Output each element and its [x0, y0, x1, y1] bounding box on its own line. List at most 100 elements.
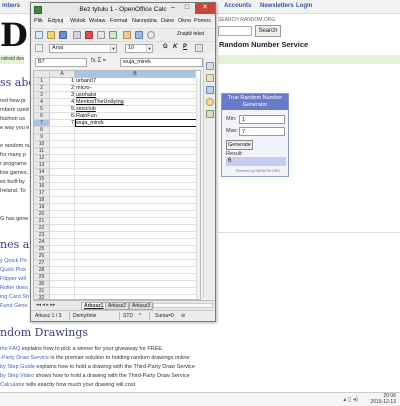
- undo-icon[interactable]: [135, 31, 143, 39]
- row-header[interactable]: 29: [34, 274, 50, 281]
- nav-newsletters[interactable]: Newsletters: [260, 3, 294, 9]
- navigator-icon[interactable]: [206, 98, 214, 106]
- horizontal-scrollbar[interactable]: [153, 303, 213, 308]
- corner-select-all[interactable]: [34, 71, 50, 78]
- sheet-tab-1[interactable]: Arkusz1: [81, 302, 107, 310]
- cell-b[interactable]: siosclub: [75, 106, 96, 113]
- name-box[interactable]: B7: [35, 58, 87, 67]
- nav-accounts[interactable]: Accounts: [224, 3, 251, 9]
- drawing-link[interactable]: the FAQ: [0, 346, 20, 352]
- row-header[interactable]: 25: [34, 246, 50, 253]
- table-row[interactable]: [50, 176, 200, 183]
- cell-a[interactable]: 4: [50, 99, 75, 106]
- row-header[interactable]: 23: [34, 232, 50, 239]
- menu-file[interactable]: Plik: [34, 18, 43, 24]
- row-header[interactable]: 10: [34, 141, 50, 148]
- column-header-a[interactable]: A: [50, 71, 75, 78]
- row-header[interactable]: 4: [34, 99, 50, 106]
- menu-format[interactable]: Format: [110, 18, 127, 24]
- table-row[interactable]: [50, 281, 200, 288]
- cell-a[interactable]: 6: [50, 113, 75, 120]
- games-link[interactable]: Fund Gene: [0, 303, 28, 309]
- close-button[interactable]: ✕: [195, 3, 215, 14]
- title-bar[interactable]: Bez tytułu 1 - OpenOffice Calc – □ ✕: [31, 3, 215, 17]
- formula-input[interactable]: wuja_mirek: [120, 58, 203, 67]
- tray-icons[interactable]: ▴ ▯ ◂): [343, 396, 358, 403]
- menu-tools[interactable]: Narzędzia: [132, 18, 157, 24]
- games-link[interactable]: Roller does: [0, 285, 28, 291]
- row-header[interactable]: 17: [34, 190, 50, 197]
- powered-by[interactable]: Powered by RANDOM.ORG: [236, 169, 280, 173]
- properties-icon[interactable]: [206, 62, 214, 70]
- table-row[interactable]: [50, 267, 200, 274]
- nav-left-fragment[interactable]: mbers: [2, 3, 20, 9]
- edit-file-icon[interactable]: [73, 31, 81, 39]
- table-row[interactable]: [50, 204, 200, 211]
- align-left-icon[interactable]: [195, 44, 203, 52]
- table-row[interactable]: [50, 190, 200, 197]
- bold-button[interactable]: G: [163, 44, 168, 50]
- min-input[interactable]: 1: [239, 115, 285, 124]
- table-row[interactable]: [50, 169, 200, 176]
- drawing-link[interactable]: by Step Guide: [0, 364, 35, 370]
- cell-a[interactable]: 7: [50, 120, 75, 127]
- games-link[interactable]: y Quick Pic: [0, 258, 28, 264]
- spreadsheet-grid[interactable]: A B 1 1 urban07 2 2 micro- 3 3 usohalsi 4 4 MentosT…: [33, 70, 201, 300]
- sheet-tab-3[interactable]: Arkusz3: [129, 302, 154, 310]
- generate-button[interactable]: Generate: [226, 140, 253, 150]
- row-header[interactable]: 8: [34, 127, 50, 134]
- table-row[interactable]: [50, 239, 200, 246]
- site-search-button[interactable]: Search: [255, 25, 281, 37]
- zoom-out-icon[interactable]: ⊖: [181, 313, 185, 319]
- row-header[interactable]: 28: [34, 267, 50, 274]
- row-header[interactable]: 21: [34, 218, 50, 225]
- menu-view[interactable]: Widok: [70, 18, 85, 24]
- table-row[interactable]: [50, 288, 200, 295]
- formula-icons[interactable]: fx Σ =: [91, 58, 106, 64]
- row-header[interactable]: 20: [34, 211, 50, 218]
- table-row[interactable]: [50, 162, 200, 169]
- find-text-label[interactable]: Znajdź tekst: [177, 31, 204, 37]
- table-row[interactable]: [50, 218, 200, 225]
- games-link[interactable]: ing Card Sh: [0, 294, 29, 300]
- cell-a[interactable]: 2: [50, 85, 75, 92]
- chevron-down-icon[interactable]: ▼: [110, 45, 116, 52]
- table-row[interactable]: [50, 232, 200, 239]
- row-header[interactable]: 12: [34, 155, 50, 162]
- row-header[interactable]: 13: [34, 162, 50, 169]
- table-row[interactable]: [50, 197, 200, 204]
- row-header[interactable]: 7: [34, 120, 50, 127]
- row-header[interactable]: 30: [34, 281, 50, 288]
- cut-icon[interactable]: [123, 31, 131, 39]
- cell-b[interactable]: usohalsi: [75, 92, 96, 99]
- vertical-scrollbar[interactable]: [196, 78, 200, 299]
- row-header[interactable]: 18: [34, 197, 50, 204]
- row-header[interactable]: 2: [34, 85, 50, 92]
- status-page-style[interactable]: Domyślnie: [73, 313, 96, 319]
- font-size-select[interactable]: 10 ▼: [125, 44, 153, 53]
- table-row[interactable]: [50, 148, 200, 155]
- sheet-nav-arrows[interactable]: ◂◂ ◂ ▸ ▸▸: [36, 302, 55, 308]
- max-input[interactable]: 7: [239, 127, 285, 136]
- cell-b[interactable]: micro-: [75, 85, 91, 92]
- chevron-down-icon[interactable]: ▼: [146, 45, 152, 52]
- row-header[interactable]: 24: [34, 239, 50, 246]
- table-row[interactable]: [50, 134, 200, 141]
- table-row[interactable]: [50, 274, 200, 281]
- row-header[interactable]: 14: [34, 169, 50, 176]
- cell-b[interactable]: urban07: [75, 78, 96, 85]
- font-name-select[interactable]: Arial ▼: [49, 44, 117, 53]
- android-banner[interactable]: ndroid devi: [0, 55, 24, 64]
- gallery-icon[interactable]: [206, 86, 214, 94]
- menu-help[interactable]: Pomoc: [194, 18, 211, 24]
- menu-edit[interactable]: Edytuj: [48, 18, 63, 24]
- table-row[interactable]: [50, 253, 200, 260]
- functions-icon[interactable]: [206, 110, 214, 118]
- cell-b[interactable]: MentosTheUndying: [75, 99, 124, 106]
- table-row[interactable]: [50, 141, 200, 148]
- cell-a[interactable]: 5: [50, 106, 75, 113]
- underline-button[interactable]: P: [183, 44, 187, 50]
- spellcheck-icon[interactable]: [109, 31, 117, 39]
- open-folder-icon[interactable]: [47, 31, 55, 39]
- table-row[interactable]: [50, 155, 200, 162]
